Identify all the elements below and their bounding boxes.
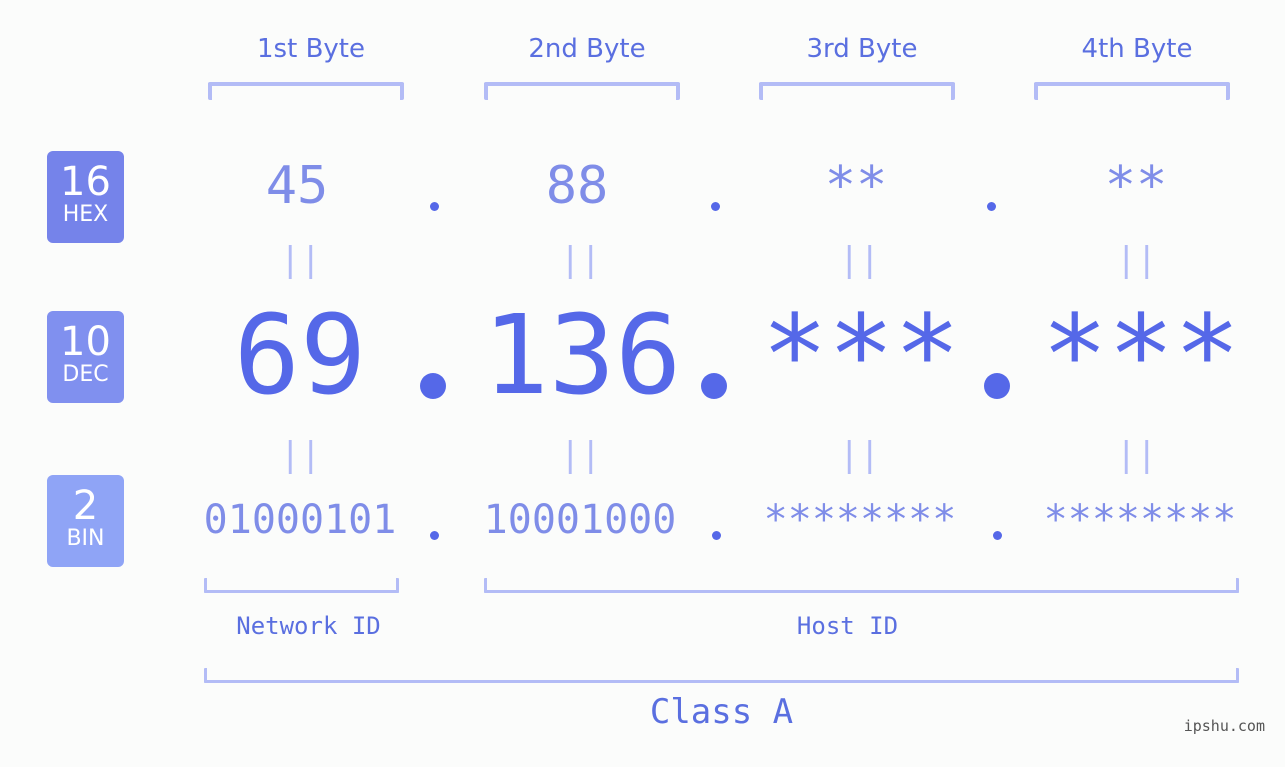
host-id-label: Host ID [796,612,899,640]
equals-icon: || [560,435,601,475]
bracket-byte-2 [484,82,680,100]
bin-badge-label: BIN [66,526,105,551]
dec-badge-number: 10 [60,319,111,365]
hex-dot-2 [711,202,720,211]
network-id-bracket [204,578,399,593]
hex-byte-1: 45 [265,156,329,216]
bin-byte-4: ******** [1043,497,1237,543]
equals-icon: || [280,435,321,475]
bin-dot-3 [993,531,1002,540]
equals-icon: || [839,240,880,280]
hex-badge-number: 16 [60,159,111,205]
bin-dot-2 [712,531,721,540]
watermark: ipshu.com [1183,717,1265,735]
equals-icon: || [1116,240,1157,280]
header-byte-1: 1st Byte [257,34,365,64]
dec-byte-4: *** [1041,291,1241,419]
hex-byte-2: 88 [545,156,609,216]
dec-byte-2: 136 [482,291,682,419]
bin-dot-1 [430,531,439,540]
bin-byte-2: 10001000 [483,497,677,543]
bin-byte-1: 01000101 [203,497,397,543]
host-id-bracket [484,578,1239,593]
bin-badge: 2 BIN [47,475,124,567]
hex-badge: 16 HEX [47,151,124,243]
hex-dot-1 [430,202,439,211]
dec-byte-1: 69 [233,291,367,419]
dec-badge-label: DEC [62,362,109,387]
dec-dot-2 [701,373,727,399]
equals-icon: || [839,435,880,475]
equals-icon: || [280,240,321,280]
header-byte-3: 3rd Byte [806,34,918,64]
bracket-byte-3 [759,82,955,100]
bracket-byte-4 [1034,82,1230,100]
class-bracket [204,668,1239,683]
equals-icon: || [560,240,601,280]
bin-badge-number: 2 [72,483,99,529]
equals-icon: || [1116,435,1157,475]
hex-byte-4: ** [1104,156,1168,216]
class-label: Class A [649,692,794,732]
header-byte-4: 4th Byte [1081,34,1193,64]
header-byte-2: 2nd Byte [528,34,646,64]
dec-dot-3 [984,373,1010,399]
bracket-byte-1 [208,82,404,100]
hex-dot-3 [987,202,996,211]
bin-byte-3: ******** [763,497,957,543]
dec-badge: 10 DEC [47,311,124,403]
dec-dot-1 [420,373,446,399]
network-id-label: Network ID [236,612,381,640]
hex-byte-3: ** [824,156,888,216]
dec-byte-3: *** [761,291,961,419]
hex-badge-label: HEX [62,202,109,227]
